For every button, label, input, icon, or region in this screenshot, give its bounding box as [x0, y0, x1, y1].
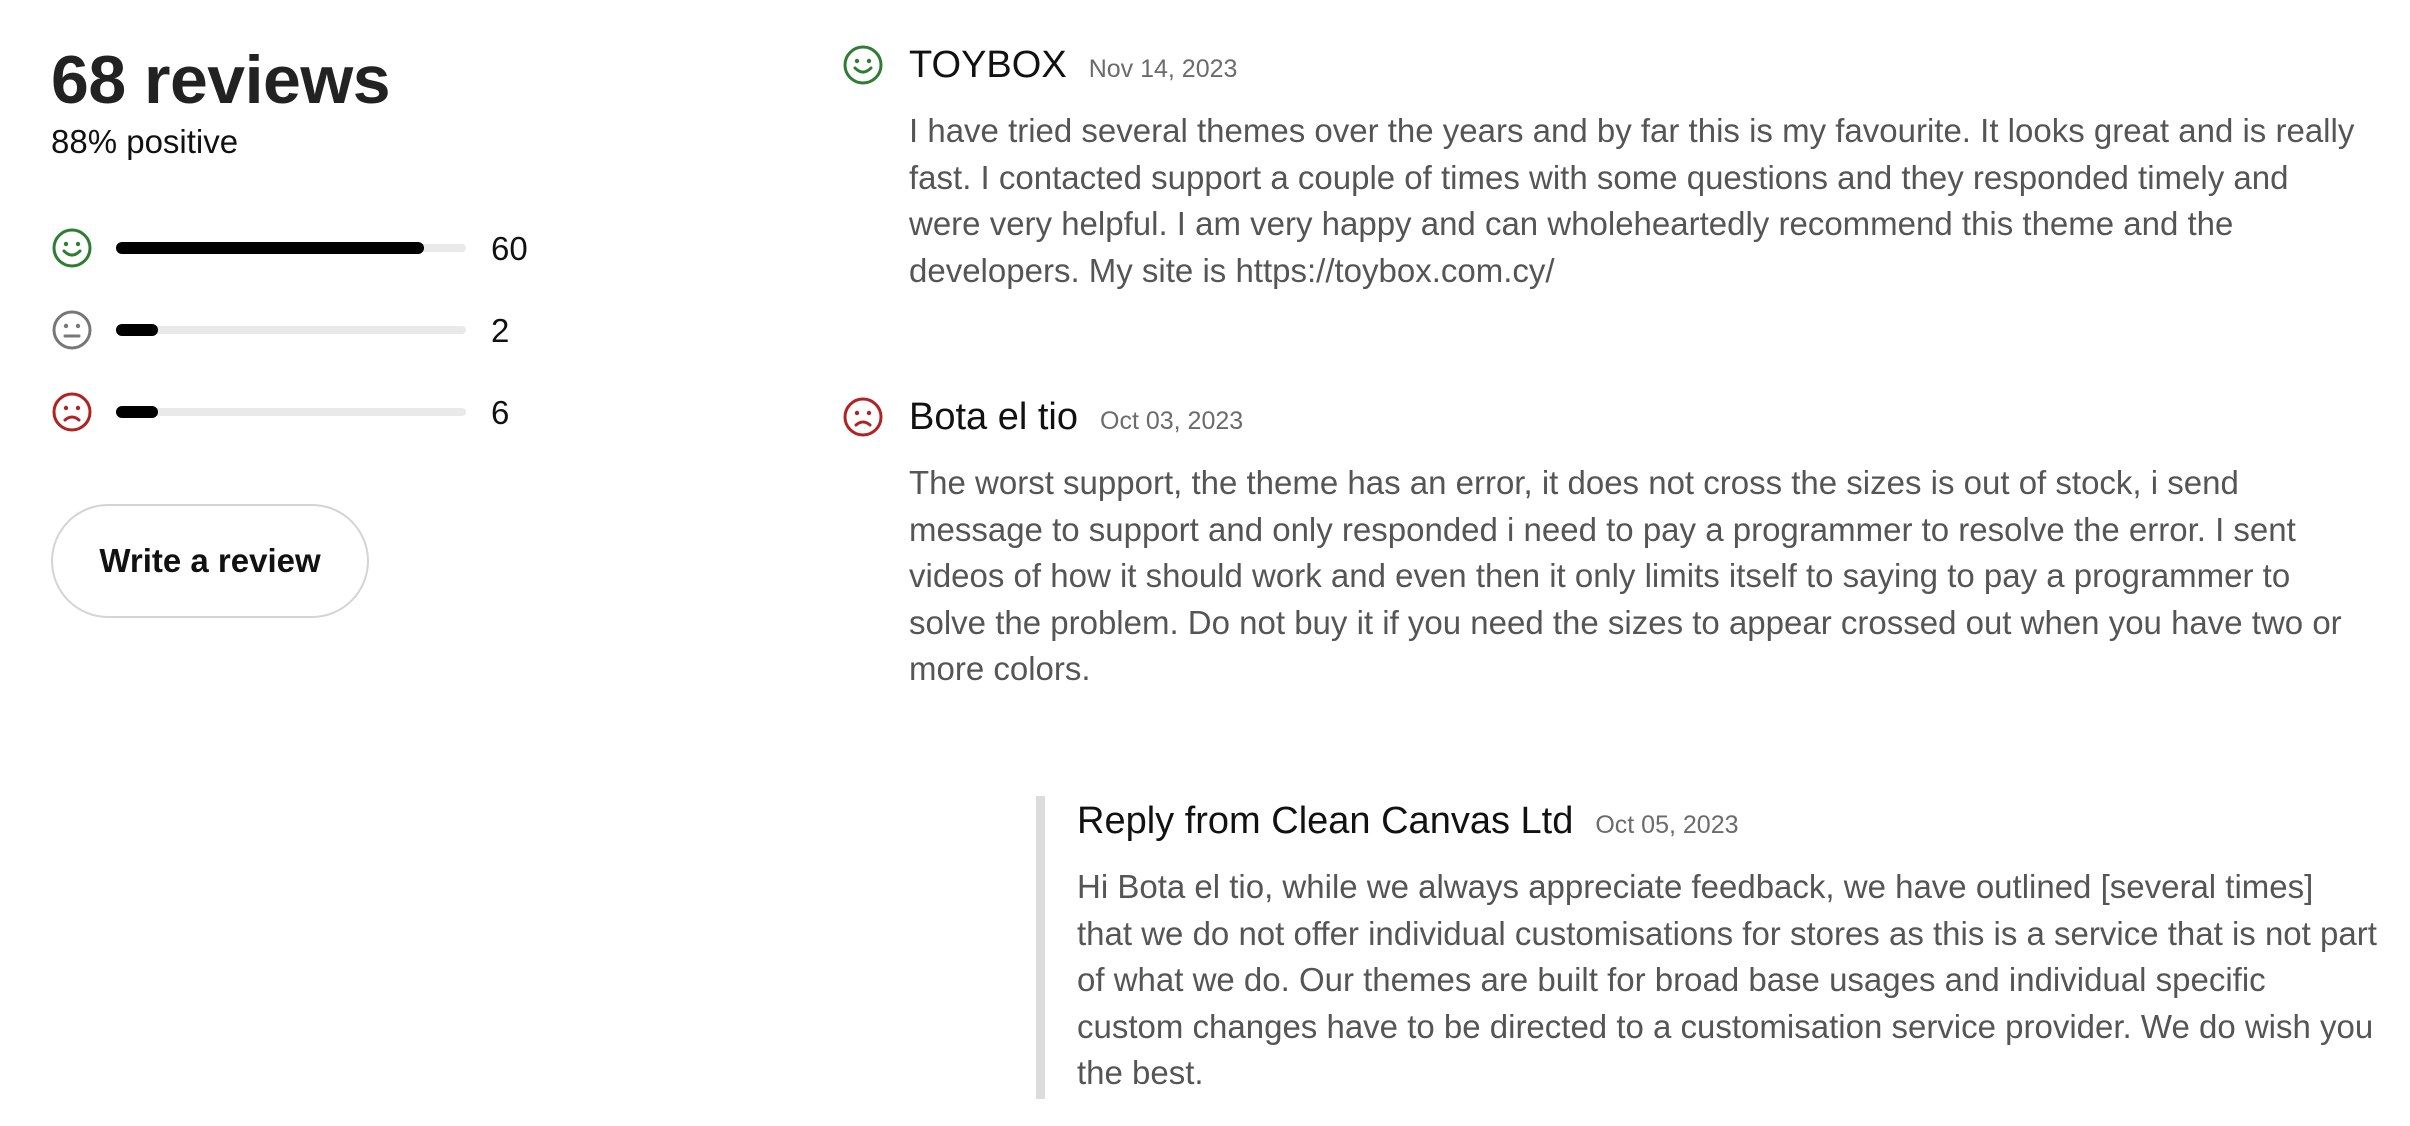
reply-author: Reply from Clean Canvas Ltd — [1077, 800, 1574, 842]
reply-text: Hi Bota el tio, while we always apprecia… — [1077, 868, 2377, 1091]
review-author: Bota el tio — [909, 396, 1078, 438]
negative-count: 6 — [491, 394, 510, 431]
rating-row-neutral: 2 — [51, 309, 751, 353]
rating-row-positive: 60 — [51, 227, 751, 271]
neutral-count: 2 — [491, 312, 510, 349]
reply-header: Reply from Clean Canvas Ltd Oct 05, 2023 — [1077, 796, 1739, 846]
neutral-face-icon — [52, 310, 92, 350]
neutral-bar-fill — [116, 324, 158, 336]
smile-icon — [52, 228, 92, 268]
negative-bar — [116, 406, 466, 418]
review-header: Bota el tio Oct 03, 2023 — [909, 392, 1243, 442]
frown-icon — [52, 392, 92, 432]
positive-bar-fill — [116, 242, 424, 254]
review-text: The worst support, the theme has an erro… — [909, 464, 2342, 687]
neutral-bar — [116, 324, 466, 336]
review-header: TOYBOX Nov 14, 2023 — [909, 40, 1237, 90]
negative-bar-fill — [116, 406, 158, 418]
review-text: I have tried several themes over the yea… — [909, 112, 2355, 289]
positive-bar — [116, 242, 466, 254]
frown-icon — [843, 397, 883, 437]
write-review-button[interactable]: Write a review — [51, 504, 369, 618]
rating-row-negative: 6 — [51, 391, 751, 435]
review-date: Nov 14, 2023 — [1088, 55, 1238, 83]
reviews-total: 68 reviews — [51, 42, 391, 118]
positive-count: 60 — [491, 230, 528, 267]
review-date: Oct 03, 2023 — [1100, 407, 1244, 435]
merchant-reply: Reply from Clean Canvas Ltd Oct 05, 2023 … — [1036, 796, 2377, 1099]
review-author: TOYBOX — [909, 44, 1067, 86]
smile-icon — [843, 45, 883, 85]
reply-date: Oct 05, 2023 — [1595, 811, 1739, 839]
positive-percentage: 88% positive — [51, 123, 239, 160]
reviews-summary: 68 reviews 88% positive 60 2 6 Write a r… — [51, 38, 751, 618]
